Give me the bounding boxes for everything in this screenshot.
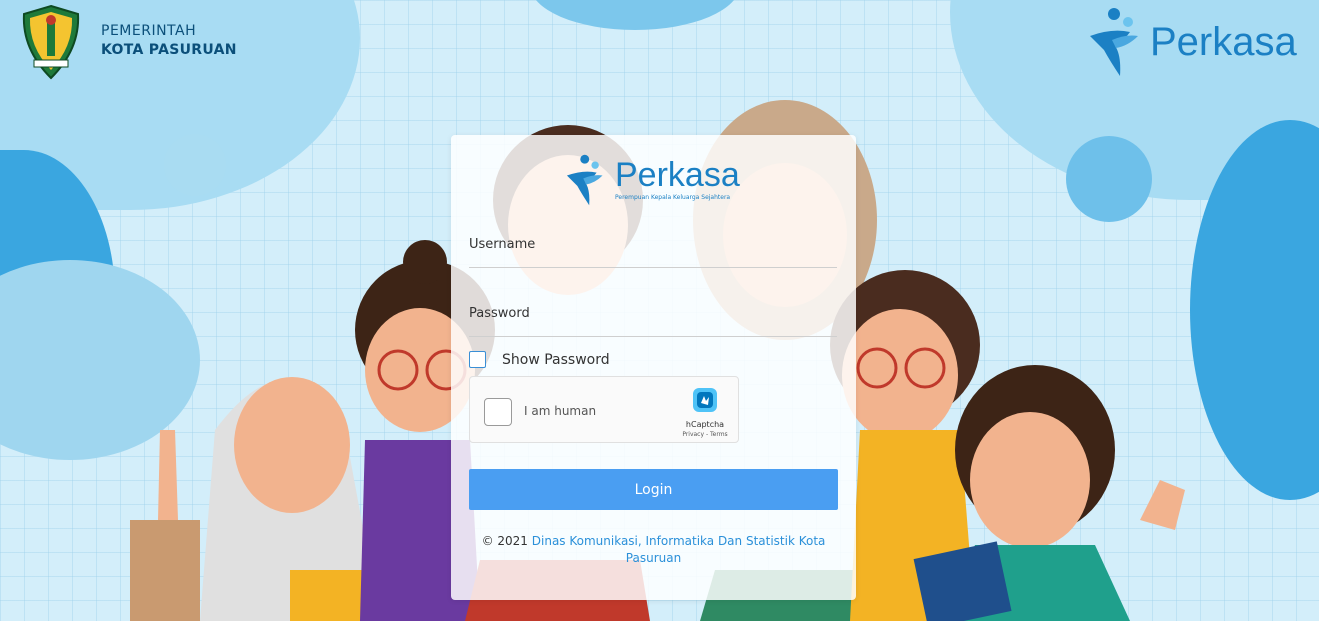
- show-password-toggle[interactable]: Show Password: [469, 351, 610, 368]
- footer-copyright: © 2021 Dinas Komunikasi, Informatika Dan…: [481, 533, 826, 567]
- card-logo-name: Perkasa: [615, 156, 740, 194]
- show-password-label: Show Password: [502, 351, 610, 368]
- footer-link[interactable]: Dinas Komunikasi, Informatika Dan Statis…: [532, 534, 826, 565]
- gov-line-1: PEMERINTAH: [101, 23, 197, 39]
- login-card: Perkasa Perempuan Kepala Keluarga Sejaht…: [451, 135, 856, 600]
- government-title: PEMERINTAH KOTA PASURUAN: [101, 22, 237, 60]
- perkasa-logo-icon: [1090, 8, 1138, 76]
- brand-name: Perkasa: [1150, 19, 1297, 64]
- hcaptcha-icon: [693, 388, 717, 412]
- password-underline: [469, 336, 837, 337]
- captcha-links[interactable]: Privacy - Terms: [680, 431, 730, 438]
- perkasa-brand-header: Perkasa: [1082, 6, 1297, 78]
- footer-prefix: © 2021: [481, 534, 528, 548]
- show-password-checkbox[interactable]: [469, 351, 486, 368]
- captcha-label: I am human: [524, 404, 597, 418]
- card-logo-tagline: Perempuan Kepala Keluarga Sejahtera: [615, 194, 731, 201]
- password-input[interactable]: [469, 314, 841, 338]
- login-button[interactable]: Login: [469, 469, 838, 510]
- username-input[interactable]: [469, 245, 841, 269]
- captcha-checkbox[interactable]: [484, 398, 512, 426]
- captcha-brand: hCaptcha: [685, 420, 725, 429]
- card-logo: Perkasa Perempuan Kepala Keluarga Sejaht…: [561, 153, 740, 207]
- perkasa-logo-icon: [566, 154, 603, 206]
- gov-line-2: KOTA PASURUAN: [101, 42, 237, 58]
- hcaptcha-widget: I am human hCaptcha Privacy - Terms: [469, 376, 739, 443]
- pasuruan-crest-icon: [22, 4, 80, 80]
- captcha-branding: hCaptcha Privacy - Terms: [680, 385, 730, 438]
- username-underline: [469, 267, 837, 268]
